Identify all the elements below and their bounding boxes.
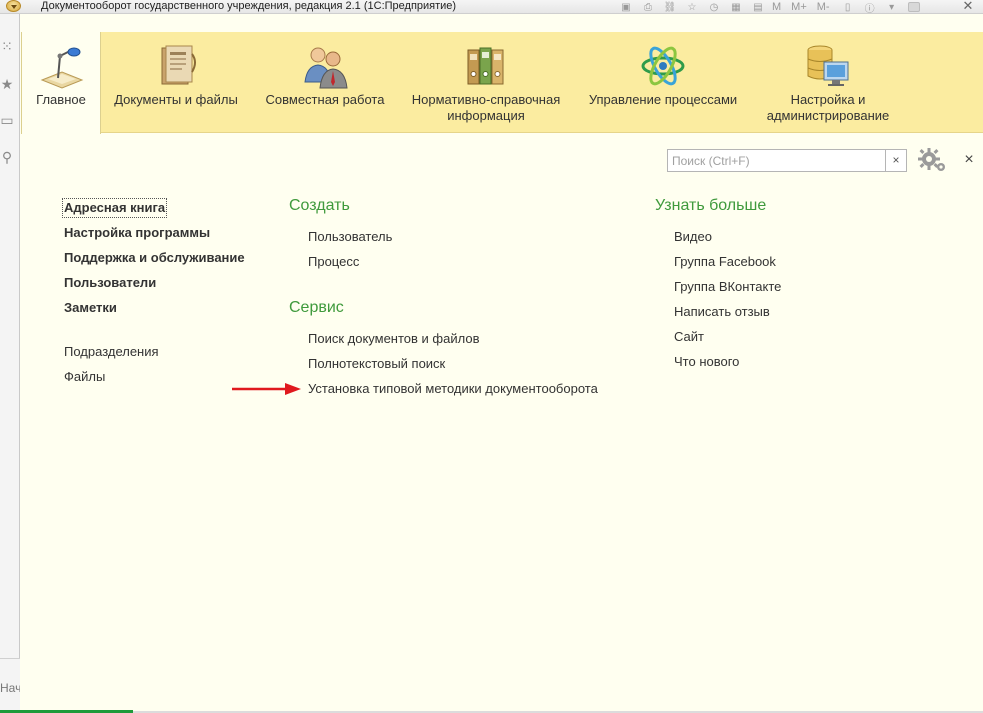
nav-link-support[interactable]: Поддержка и обслуживание	[64, 250, 245, 266]
calculator-icon[interactable]: ▤	[750, 1, 766, 13]
search-icon[interactable]: ⚲	[0, 149, 14, 165]
section-label: Главное	[36, 92, 86, 107]
memory-minus-button[interactable]: M-	[817, 1, 830, 13]
nav-link-notes[interactable]: Заметки	[64, 300, 117, 316]
section-label: Документы и файлы	[114, 92, 238, 107]
settings-gear-icon[interactable]	[916, 147, 948, 173]
section-collaboration[interactable]: Совместная работа	[256, 32, 394, 133]
nav-link-program-settings[interactable]: Настройка программы	[64, 225, 210, 241]
window-layout-icon[interactable]: ▯	[840, 1, 856, 13]
window-close-button[interactable]: ✕	[958, 0, 978, 12]
annotation-arrow-icon	[232, 383, 301, 395]
link-icon[interactable]: ⛓	[662, 1, 678, 13]
group-title-service: Сервис	[289, 299, 344, 316]
minimize-icon[interactable]	[907, 2, 920, 12]
section-process-management[interactable]: Управление процессами	[578, 32, 748, 133]
section-label-line-2: информация	[447, 108, 525, 123]
grid-menu-icon[interactable]: ⁙	[0, 38, 14, 54]
service-link-document-search[interactable]: Поиск документов и файлов	[308, 331, 479, 347]
save-icon[interactable]: ▣	[618, 1, 634, 13]
print-icon[interactable]: ⎙	[640, 1, 656, 13]
section-label: Настройка и администрирование	[758, 92, 898, 124]
create-link-process[interactable]: Процесс	[308, 254, 359, 270]
group-title-create: Создать	[289, 197, 350, 214]
star-icon[interactable]: ★	[0, 76, 14, 92]
group-title-learn-more: Узнать больше	[655, 197, 767, 214]
section-administration[interactable]: Настройка и администрирование	[758, 32, 898, 133]
atom-icon	[641, 46, 685, 86]
learn-link-facebook[interactable]: Группа Facebook	[674, 254, 776, 270]
start-page-tab[interactable]: Нач	[0, 681, 20, 695]
section-documents[interactable]: Документы и файлы	[106, 32, 246, 133]
nav-link-files[interactable]: Файлы	[64, 369, 105, 385]
section-label: Совместная работа	[265, 92, 385, 107]
title-toolbar: ▣ ⎙ ⛓ ☆ ◷ ▦ ▤ M M+ M- ▯ ⓘ ▾	[618, 0, 926, 15]
service-link-fulltext-search[interactable]: Полнотекстовый поиск	[308, 356, 445, 372]
calendar-icon[interactable]: ▦	[728, 1, 744, 13]
window-title: Документооборот государственного учрежде…	[41, 0, 457, 12]
section-bar-top	[21, 14, 983, 32]
history-icon[interactable]: ▭	[0, 112, 14, 128]
section-reference-info[interactable]: Нормативно-справочная информация	[404, 32, 568, 133]
favorites-icon[interactable]: ☆	[684, 1, 700, 13]
title-bar: Документооборот государственного учрежде…	[0, 0, 983, 15]
info-icon[interactable]: ⓘ	[862, 1, 878, 15]
chevron-down-icon[interactable]: ▾	[884, 1, 900, 13]
search-clear-button[interactable]: ×	[885, 149, 907, 172]
section-label-line-1: Нормативно-справочная	[411, 92, 561, 107]
learn-link-video[interactable]: Видео	[674, 229, 712, 245]
chevron-down-icon	[11, 5, 17, 9]
section-label-line-1: Настройка и	[790, 92, 866, 107]
learn-link-feedback[interactable]: Написать отзыв	[674, 304, 770, 320]
nav-link-address-book[interactable]: Адресная книга	[61, 198, 168, 218]
app-menu-button[interactable]	[6, 0, 21, 12]
history-icon[interactable]: ◷	[706, 1, 722, 13]
section-label: Нормативно-справочная информация	[404, 92, 568, 124]
create-link-user[interactable]: Пользователь	[308, 229, 392, 245]
section-main[interactable]: Главное	[21, 32, 101, 134]
left-strip-bottom: Нач	[0, 658, 20, 713]
people-icon	[304, 47, 348, 89]
learn-link-vkontakte[interactable]: Группа ВКонтакте	[674, 279, 781, 295]
section-label-line-2: администрирование	[766, 108, 890, 123]
section-label: Управление процессами	[588, 92, 738, 107]
search-input[interactable]	[667, 149, 886, 172]
service-link-install-methodology[interactable]: Установка типовой методики документообор…	[308, 381, 598, 397]
binders-icon	[467, 47, 504, 85]
document-folder-icon	[161, 45, 196, 85]
nav-link-departments[interactable]: Подразделения	[64, 344, 159, 360]
section-panel: Главное Документы и файлы Совместная раб…	[21, 32, 983, 134]
nav-link-users[interactable]: Пользователи	[64, 275, 156, 291]
learn-link-whats-new[interactable]: Что нового	[674, 354, 739, 370]
memory-button[interactable]: M	[772, 1, 781, 13]
left-panel-strip: ⁙ ★ ▭ ⚲ Нач	[0, 14, 20, 713]
memory-plus-button[interactable]: M+	[791, 1, 807, 13]
panel-close-button[interactable]: ×	[960, 150, 978, 170]
desk-lamp-icon	[40, 47, 84, 89]
learn-link-site[interactable]: Сайт	[674, 329, 704, 345]
database-monitor-icon	[807, 45, 849, 86]
